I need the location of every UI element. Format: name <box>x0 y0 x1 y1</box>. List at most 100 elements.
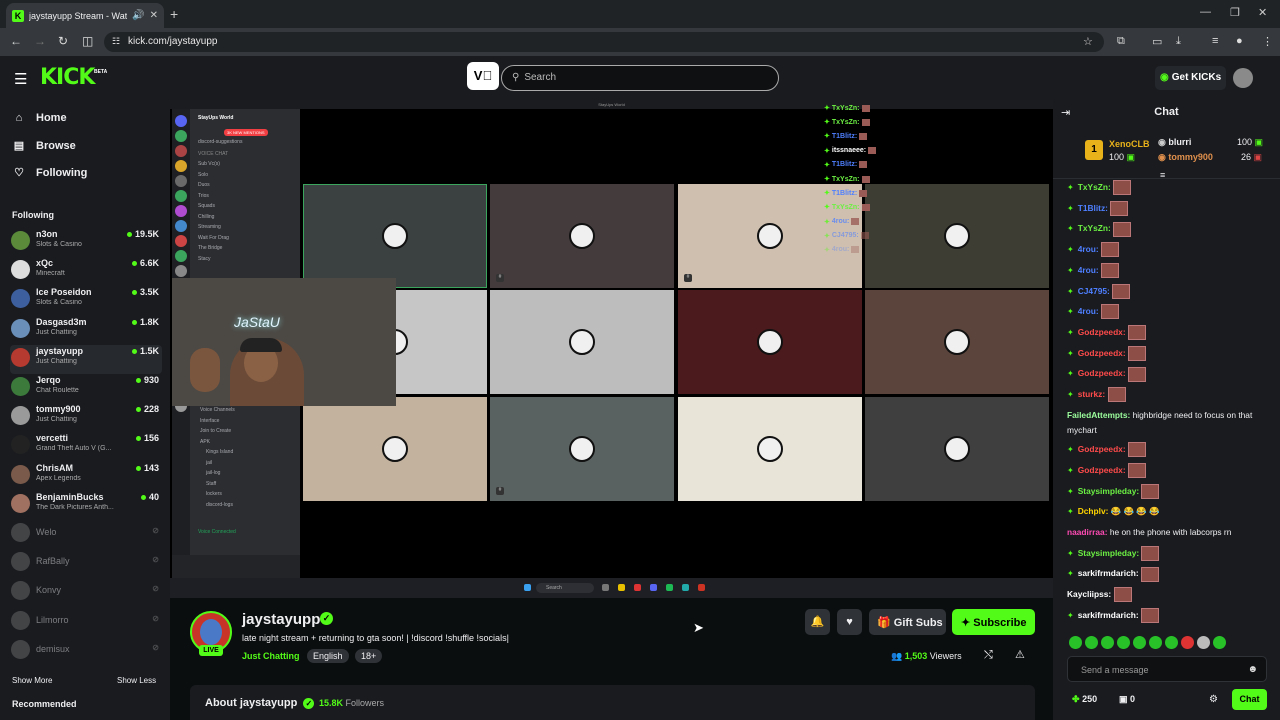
chat-message[interactable]: naadirraa: he on the phone with labcorps… <box>1067 525 1272 540</box>
chat-username[interactable]: sarkifrmdarich: <box>1078 568 1139 578</box>
browser-menu-icon[interactable]: ⋮ <box>1262 35 1273 48</box>
search-input[interactable]: ⚲ Search <box>501 65 779 91</box>
sidebar-channel-xqc[interactable]: xQc Minecraft 6.6K <box>10 257 162 286</box>
stream-category-link[interactable]: Just Chatting <box>242 651 300 661</box>
chat-message[interactable]: ✦ Godzpeedx: <box>1067 366 1272 382</box>
tab-close-icon[interactable]: ✕ <box>150 10 158 21</box>
sidebar-nav-following[interactable]: ♡ Following <box>12 166 87 180</box>
chat-message[interactable]: ✦ 4rou: <box>1067 304 1272 320</box>
forward-icon[interactable]: → <box>34 34 46 48</box>
chat-message[interactable]: FailedAttempts: highbridge need to focus… <box>1067 408 1272 437</box>
chat-username[interactable]: sturkz: <box>1078 389 1105 399</box>
maximize-icon[interactable]: ❐ <box>1230 6 1240 19</box>
chat-username[interactable]: TxYsZn: <box>1078 223 1111 233</box>
menu-icon[interactable]: ☰ <box>14 70 27 88</box>
drops-count[interactable]: ▣ 0 <box>1119 694 1135 705</box>
back-icon[interactable]: ← <box>10 34 22 48</box>
show-more-button[interactable]: Show More <box>12 676 52 685</box>
emote-shortcut-icon[interactable] <box>1213 636 1226 649</box>
sidebar-channel-benjaminbucks[interactable]: BenjaminBucks The Dark Pictures Anth... 40 <box>10 491 162 520</box>
video-player[interactable]: StayUps World StayUps World 3K NEW MENTI… <box>170 100 1053 598</box>
cast-icon[interactable]: ▭ <box>1152 35 1162 48</box>
streamer-name[interactable]: jaystayupp <box>242 611 320 628</box>
leader-third-name[interactable]: ◉ tommy900 <box>1158 152 1213 163</box>
chat-username[interactable]: T1Blitz: <box>1078 203 1108 213</box>
tab-audio-icon[interactable]: 🔊 <box>132 10 144 21</box>
emote-shortcut-icon[interactable] <box>1117 636 1130 649</box>
download-icon[interactable]: ⤓ <box>1176 35 1181 48</box>
sidebar-channel-vercetti[interactable]: vercetti Grand Theft Auto V (G... 156 <box>10 432 162 461</box>
browser-tab[interactable]: K jaystayupp Stream - Watch 🔊 ✕ <box>6 3 164 28</box>
get-kicks-button[interactable]: ◉ Get KICKs <box>1155 66 1226 90</box>
gift-subs-button[interactable]: 🎁 Gift Subs <box>869 609 946 635</box>
reload-icon[interactable]: ↻ <box>58 34 68 48</box>
chat-username[interactable]: Staysimpleday: <box>1078 548 1139 558</box>
chat-username[interactable]: Godzpeedx: <box>1078 348 1126 358</box>
sidebar-channel-dasgasd3m[interactable]: Dasgasd3m Just Chatting 1.8K <box>10 316 162 345</box>
extensions-icon[interactable]: ⧉ <box>1117 35 1125 48</box>
sidebar-channel-jaystayupp[interactable]: jaystayupp Just Chatting 1.5K <box>10 344 162 374</box>
notifications-bell-icon[interactable]: 🔔 <box>805 609 830 635</box>
site-info-icon[interactable]: ☷ <box>112 36 120 47</box>
sidebar-nav-browse[interactable]: ▤ Browse <box>12 139 76 153</box>
chat-message[interactable]: ✦ Staysimpleday: <box>1067 545 1272 561</box>
sidebar-channel-offline[interactable]: Konvy ⊘ <box>10 578 162 607</box>
chat-username[interactable]: Godzpeedx: <box>1078 327 1126 337</box>
chat-message[interactable]: ✦ T1Blitz: <box>1067 200 1272 216</box>
emote-shortcut-icon[interactable] <box>1085 636 1098 649</box>
chat-username[interactable]: naadirraa: <box>1067 527 1108 537</box>
subscribe-button[interactable]: ✦ Subscribe <box>952 609 1035 635</box>
sidebar-channel-offline[interactable]: RafBally ⊘ <box>10 549 162 578</box>
chat-username[interactable]: Godzpeedx: <box>1078 368 1126 378</box>
chat-message[interactable]: ✦ sarkifrmdarich: <box>1067 608 1272 624</box>
leader-second-name[interactable]: ◉ blurri <box>1158 137 1191 148</box>
chat-message[interactable]: ✦ 4rou: <box>1067 242 1272 258</box>
emote-shortcut-icon[interactable] <box>1165 636 1178 649</box>
chat-username[interactable]: Staysimpleday: <box>1078 486 1139 496</box>
follow-heart-icon[interactable]: ♥ <box>837 609 862 635</box>
sidebar-channel-n3on[interactable]: n3on Slots & Casino 19.5K <box>10 228 162 257</box>
sidebar-channel-offline[interactable]: Welo ⊘ <box>10 520 162 549</box>
sidebar-channel-ice-poseidon[interactable]: Ice Poseidon Slots & Casino 3.5K <box>10 286 162 315</box>
bookmark-star-icon[interactable]: ☆ <box>1083 35 1093 48</box>
chat-message[interactable]: ✦ CJ4795: <box>1067 283 1272 299</box>
channel-points[interactable]: ✤ 250 <box>1072 694 1097 705</box>
close-window-icon[interactable]: ✕ <box>1258 6 1267 19</box>
chat-message[interactable]: ✦ Godzpeedx: <box>1067 463 1272 479</box>
leader-first-name[interactable]: XenoCLB <box>1109 139 1150 149</box>
emote-shortcut-icon[interactable] <box>1133 636 1146 649</box>
media-icon[interactable]: ≡ <box>1212 35 1218 47</box>
chat-message[interactable]: ✦ Godzpeedx: <box>1067 325 1272 341</box>
sidebar-channel-jerqo[interactable]: Jerqo Chat Roulette 930 <box>10 374 162 403</box>
chat-message[interactable]: ✦ sturkz: <box>1067 387 1272 403</box>
tag-language[interactable]: English <box>307 649 349 663</box>
minimize-icon[interactable]: — <box>1200 6 1211 18</box>
url-field[interactable]: ☷ kick.com/jaystayupp <box>104 32 1104 52</box>
chat-username[interactable]: 4rou: <box>1078 244 1099 254</box>
expand-leaderboard-icon[interactable]: ≡ <box>1160 170 1165 180</box>
chat-username[interactable]: Godzpeedx: <box>1078 444 1126 454</box>
split-view-icon[interactable]: ◫ <box>82 34 93 48</box>
profile-icon[interactable]: ● <box>1236 35 1243 47</box>
emote-shortcut-icon[interactable] <box>1181 636 1194 649</box>
show-less-button[interactable]: Show Less <box>117 676 156 685</box>
chat-username[interactable]: sarkifrmdarich: <box>1078 610 1139 620</box>
emote-shortcut-icon[interactable] <box>1149 636 1162 649</box>
emote-shortcut-icon[interactable] <box>1101 636 1114 649</box>
kick-logo[interactable]: KICK <box>40 65 95 90</box>
share-icon[interactable]: ⤭ <box>984 649 993 662</box>
sidebar-channel-chrisam[interactable]: ChrisAM Apex Legends 143 <box>10 462 162 491</box>
chat-message[interactable]: ✦ 4rou: <box>1067 263 1272 279</box>
extension-logo-icon[interactable]: V⃞ <box>467 62 499 90</box>
chat-message[interactable]: ✦ sarkifrmdarich: <box>1067 566 1272 582</box>
chat-message[interactable]: ✦ TxYsZn: <box>1067 180 1272 196</box>
tag-mature[interactable]: 18+ <box>355 649 383 663</box>
sidebar-nav-home[interactable]: ⌂ Home <box>12 112 67 124</box>
emote-shortcut-icon[interactable] <box>1197 636 1210 649</box>
chat-message[interactable]: ✦ Godzpeedx: <box>1067 345 1272 361</box>
chat-username[interactable]: FailedAttempts: <box>1067 410 1130 420</box>
chat-message[interactable]: Kaycliipss: <box>1067 587 1272 603</box>
chat-username[interactable]: 4rou: <box>1078 265 1099 275</box>
emoji-icon[interactable]: ☻ <box>1247 664 1258 675</box>
chat-username[interactable]: Godzpeedx: <box>1078 465 1126 475</box>
